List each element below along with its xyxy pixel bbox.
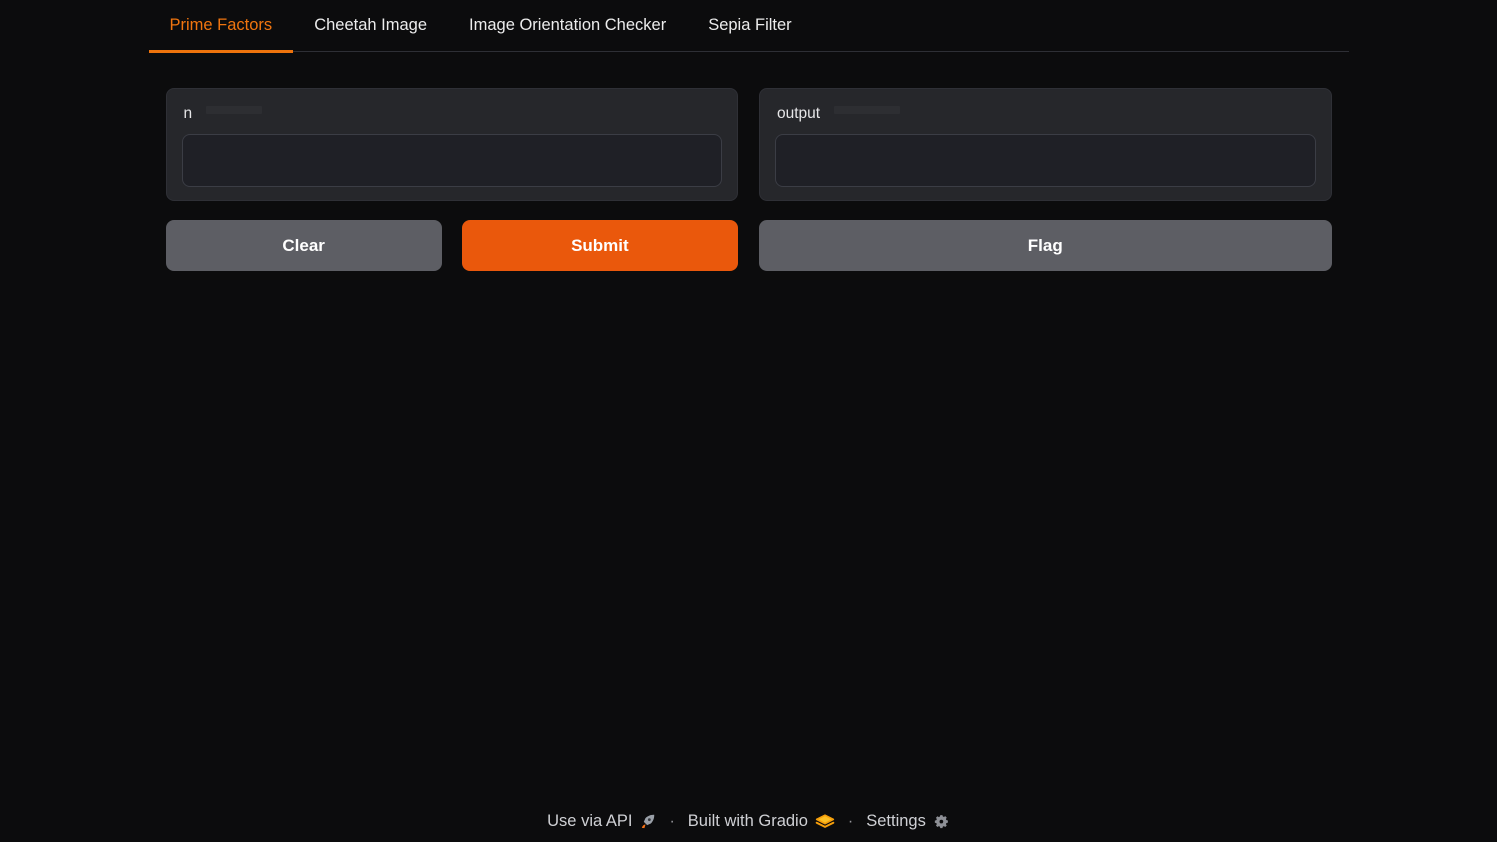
footer-separator: ·	[848, 813, 853, 831]
input-panel: n	[166, 88, 739, 201]
input-column: n	[166, 88, 739, 201]
label-ghost	[206, 106, 262, 114]
tab-bar: Prime Factors Cheetah Image Image Orient…	[149, 2, 1349, 52]
output-textbox[interactable]	[775, 134, 1316, 187]
input-label-row: n	[184, 105, 723, 123]
rocket-icon	[639, 813, 656, 830]
input-actions: Clear Submit	[166, 220, 739, 271]
tab-cheetah-image[interactable]: Cheetah Image	[293, 2, 448, 53]
flag-button[interactable]: Flag	[759, 220, 1332, 271]
output-label-row: output	[777, 105, 1316, 123]
tab-prime-factors[interactable]: Prime Factors	[149, 2, 294, 53]
output-panel: output	[759, 88, 1332, 201]
gradio-logo-icon	[815, 813, 835, 830]
gear-icon	[933, 813, 950, 830]
action-row: Clear Submit Flag	[149, 220, 1349, 271]
submit-button[interactable]: Submit	[462, 220, 738, 271]
use-via-api-label: Use via API	[547, 812, 632, 831]
footer: Use via API · Built with Gradio · Settin…	[0, 812, 1497, 831]
input-label: n	[184, 105, 193, 123]
tab-image-orientation-checker[interactable]: Image Orientation Checker	[448, 2, 687, 53]
output-label: output	[777, 105, 820, 123]
output-actions: Flag	[759, 220, 1332, 271]
clear-button[interactable]: Clear	[166, 220, 442, 271]
io-row: n output	[149, 88, 1349, 201]
use-via-api-link[interactable]: Use via API	[547, 812, 656, 831]
built-with-gradio-link[interactable]: Built with Gradio	[688, 812, 835, 831]
output-column: output	[759, 88, 1332, 201]
app-container: Prime Factors Cheetah Image Image Orient…	[149, 0, 1349, 271]
settings-link[interactable]: Settings	[866, 812, 950, 831]
built-with-gradio-label: Built with Gradio	[688, 812, 808, 831]
footer-separator: ·	[669, 813, 674, 831]
n-input[interactable]	[182, 134, 723, 187]
tab-sepia-filter[interactable]: Sepia Filter	[687, 2, 812, 53]
settings-label: Settings	[866, 812, 926, 831]
label-ghost	[834, 106, 900, 114]
